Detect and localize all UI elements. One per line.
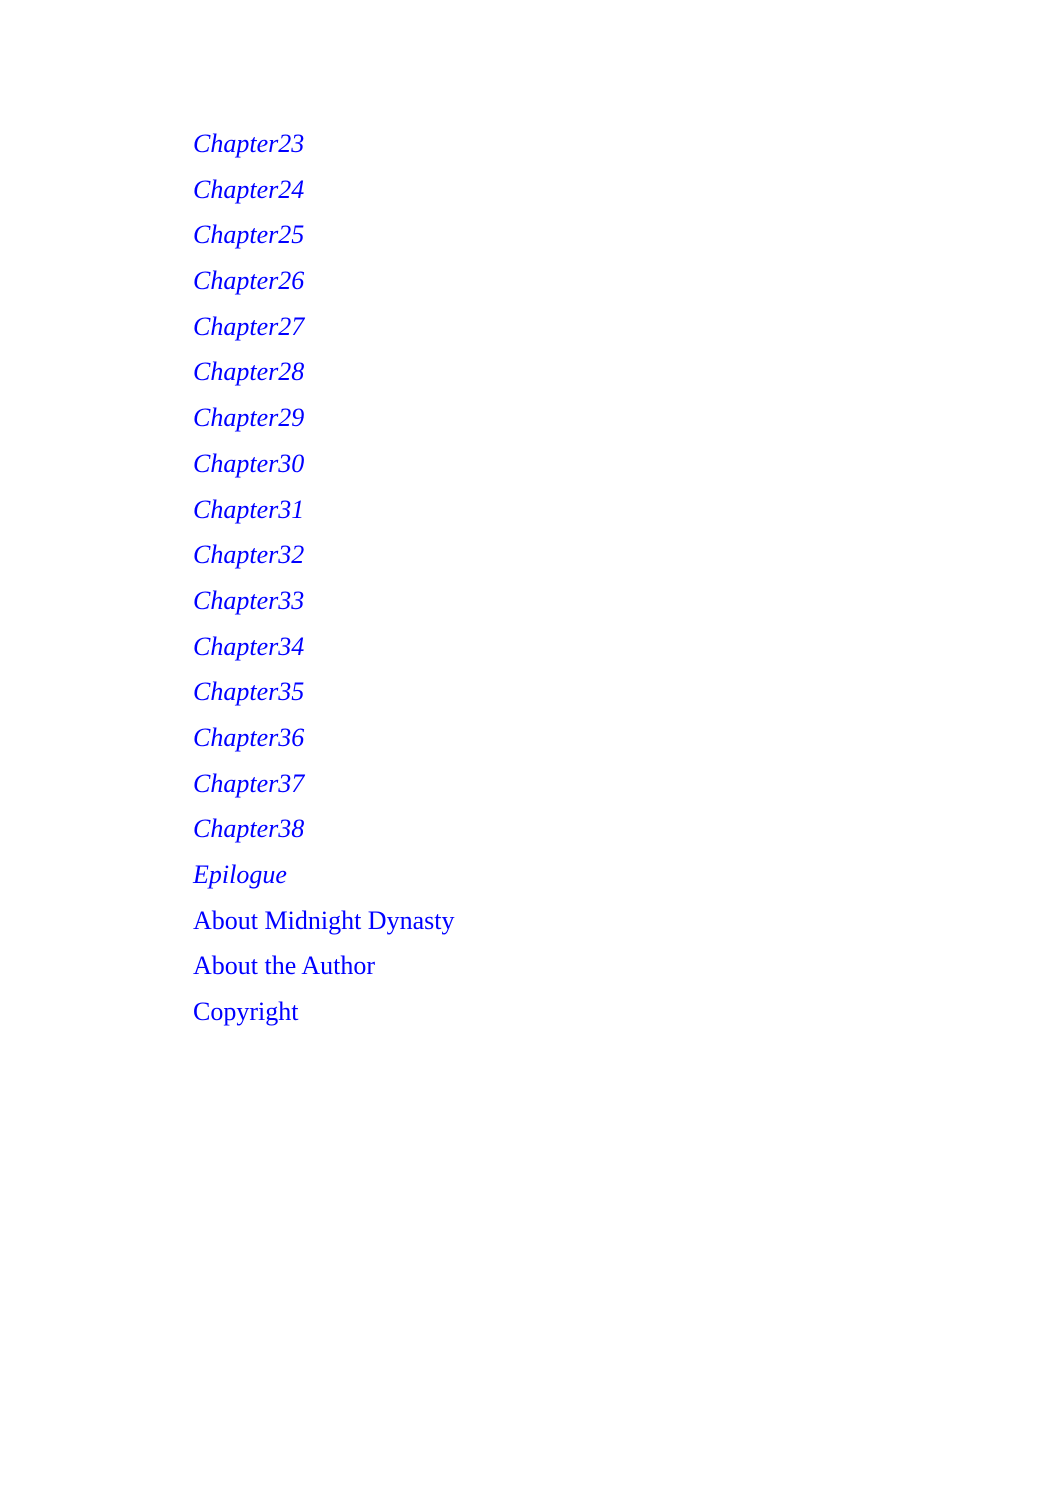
toc-link[interactable]: Chapter28 — [193, 357, 304, 386]
toc-link[interactable]: Chapter23 — [193, 129, 304, 158]
toc-link[interactable]: Chapter29 — [193, 403, 304, 432]
toc-item: Chapter28 — [193, 349, 454, 395]
toc-link[interactable]: About the Author — [193, 951, 375, 980]
toc-link[interactable]: Chapter24 — [193, 175, 304, 204]
toc-item: Chapter34 — [193, 624, 454, 670]
toc-link[interactable]: Chapter27 — [193, 312, 304, 341]
toc-item: Chapter36 — [193, 715, 454, 761]
toc-item: Chapter26 — [193, 258, 454, 304]
toc-item: Chapter37 — [193, 761, 454, 807]
toc-link[interactable]: Chapter30 — [193, 449, 304, 478]
toc-item: Chapter27 — [193, 304, 454, 350]
toc-link[interactable]: Chapter32 — [193, 540, 304, 569]
toc-item: Chapter31 — [193, 487, 454, 533]
toc-link[interactable]: Chapter38 — [193, 814, 304, 843]
toc-link[interactable]: Chapter37 — [193, 769, 304, 798]
toc-link[interactable]: Chapter31 — [193, 495, 304, 524]
toc-item: About Midnight Dynasty — [193, 898, 454, 944]
toc-item: About the Author — [193, 943, 454, 989]
toc-link[interactable]: Chapter26 — [193, 266, 304, 295]
toc-link[interactable]: Chapter36 — [193, 723, 304, 752]
toc-item: Epilogue — [193, 852, 454, 898]
toc-link[interactable]: Copyright — [193, 997, 298, 1026]
toc-item: Chapter32 — [193, 532, 454, 578]
toc-item: Chapter24 — [193, 167, 454, 213]
toc-link[interactable]: Epilogue — [193, 860, 287, 889]
toc-item: Chapter23 — [193, 121, 454, 167]
toc-link[interactable]: About Midnight Dynasty — [193, 906, 454, 935]
toc-item: Chapter33 — [193, 578, 454, 624]
toc-item: Chapter30 — [193, 441, 454, 487]
table-of-contents: Chapter23 Chapter24 Chapter25 Chapter26 Chap… — [193, 121, 454, 1035]
toc-item: Chapter38 — [193, 806, 454, 852]
toc-item: Chapter35 — [193, 669, 454, 715]
toc-link[interactable]: Chapter33 — [193, 586, 304, 615]
toc-item: Chapter25 — [193, 212, 454, 258]
toc-link[interactable]: Chapter25 — [193, 220, 304, 249]
toc-item: Chapter29 — [193, 395, 454, 441]
toc-link[interactable]: Chapter35 — [193, 677, 304, 706]
toc-link[interactable]: Chapter34 — [193, 632, 304, 661]
toc-item: Copyright — [193, 989, 454, 1035]
